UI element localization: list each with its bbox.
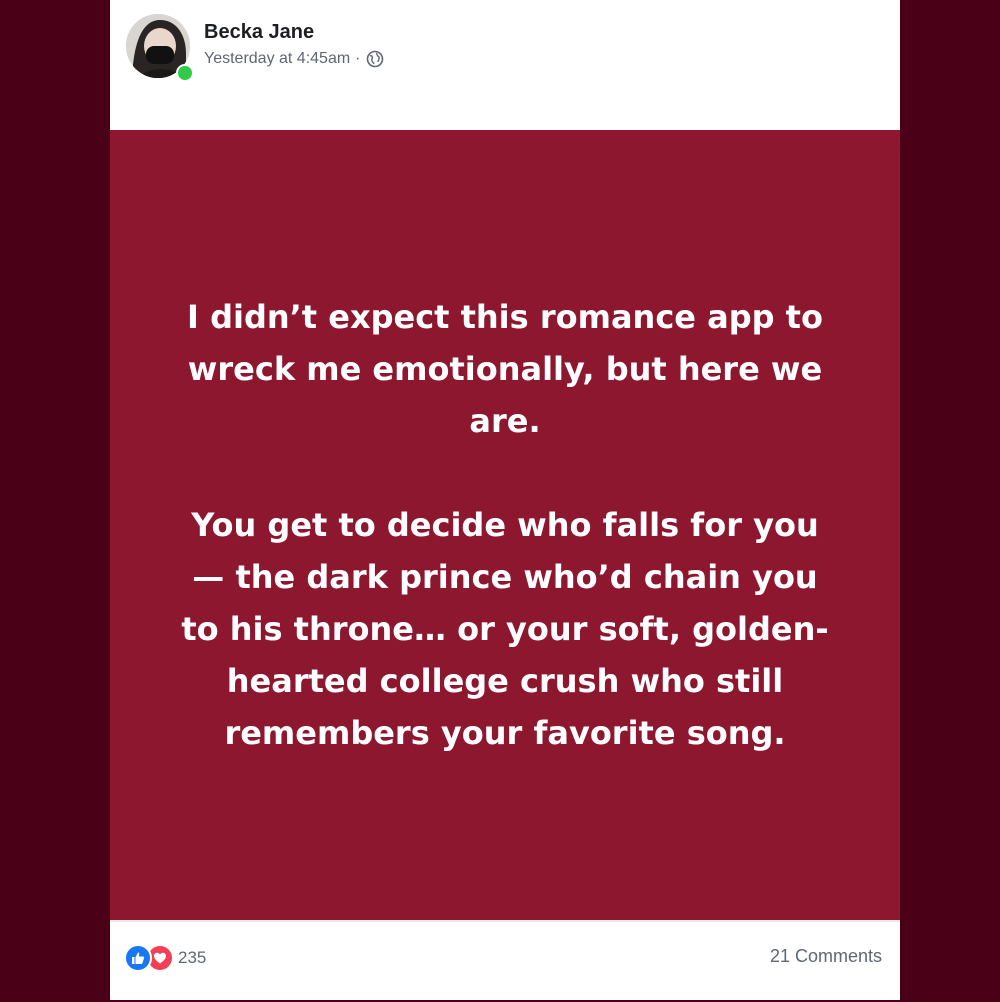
like-icon (124, 944, 152, 972)
comments-count-link[interactable]: 21 Comments (770, 946, 882, 967)
post-card: Becka Jane Yesterday at 4:45am · I didn’… (110, 0, 900, 1000)
online-status-indicator (176, 64, 194, 82)
reactions-summary[interactable]: 235 (124, 944, 206, 972)
post-header: Becka Jane Yesterday at 4:45am · (110, 0, 900, 130)
post-paragraph-2: You get to decide who falls for you — th… (181, 506, 829, 752)
post-timestamp[interactable]: Yesterday at 4:45am (204, 50, 350, 68)
reaction-count: 235 (178, 948, 207, 967)
post-footer: 235 21 Comments (110, 920, 900, 1002)
post-paragraph-1: I didn’t expect this romance app to wrec… (187, 298, 823, 440)
post-meta: Yesterday at 4:45am · (204, 50, 384, 68)
globe-icon[interactable] (366, 50, 384, 68)
post-text-card: I didn’t expect this romance app to wrec… (110, 130, 900, 920)
meta-separator: · (355, 50, 361, 67)
author-name[interactable]: Becka Jane (204, 21, 314, 44)
post-text: I didn’t expect this romance app to wrec… (175, 291, 835, 759)
